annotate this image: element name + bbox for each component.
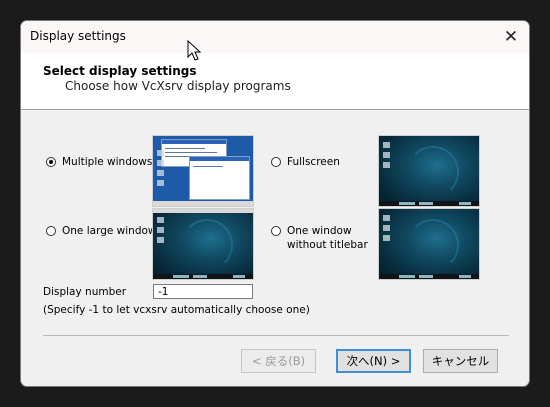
radio-button[interactable] xyxy=(46,226,56,236)
wizard-header: Select display settings Choose how VcXsr… xyxy=(21,53,529,110)
option-label: Fullscreen xyxy=(287,156,340,168)
radio-fullscreen[interactable]: Fullscreen xyxy=(271,155,340,169)
window-title: Display settings xyxy=(30,29,126,43)
option-label: Multiple windows xyxy=(62,156,153,168)
radio-button[interactable] xyxy=(271,157,281,167)
preview-multiple-windows xyxy=(153,136,253,206)
preview-one-window-without-titlebar xyxy=(379,209,479,279)
radio-multiple-windows[interactable]: Multiple windows xyxy=(46,155,152,169)
preview-window xyxy=(189,156,250,200)
header-title: Select display settings xyxy=(43,64,197,78)
mouse-pointer-icon xyxy=(187,40,202,61)
close-icon[interactable]: ✕ xyxy=(493,21,529,53)
footer-divider xyxy=(43,335,509,336)
display-number-hint: (Specify -1 to let vcxsrv automatically … xyxy=(43,304,310,316)
option-label: One large window xyxy=(62,225,157,237)
preview-one-large-window xyxy=(153,209,253,279)
radio-button-selected[interactable] xyxy=(46,157,56,167)
display-settings-dialog: Display settings ✕ Select display settin… xyxy=(20,20,530,387)
cancel-button[interactable]: キャンセル xyxy=(423,349,498,373)
radio-one-window-without-titlebar[interactable]: One window without titlebar xyxy=(271,224,368,252)
next-button[interactable]: 次へ(N) > xyxy=(336,349,411,373)
back-button[interactable]: < 戻る(B) xyxy=(241,349,316,373)
option-label: One window without titlebar xyxy=(287,225,368,251)
preview-fullscreen xyxy=(379,136,479,206)
title-bar[interactable]: Display settings ✕ xyxy=(21,21,529,53)
display-number-input[interactable] xyxy=(153,284,253,299)
radio-button[interactable] xyxy=(271,226,281,236)
header-subtitle: Choose how VcXsrv display programs xyxy=(65,79,291,93)
radio-one-large-window[interactable]: One large window xyxy=(46,224,157,238)
display-number-label: Display number xyxy=(43,286,127,298)
